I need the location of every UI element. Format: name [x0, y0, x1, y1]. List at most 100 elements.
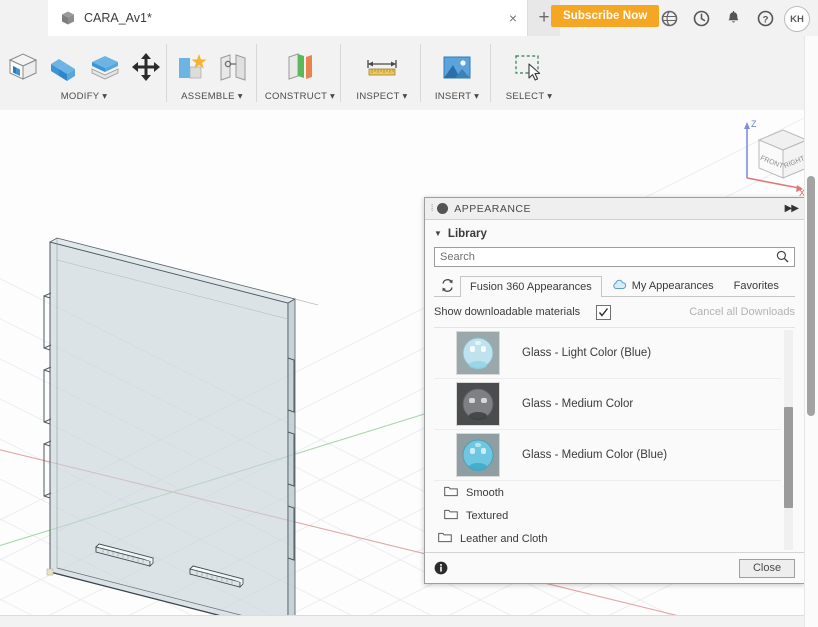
ribbon-separator	[420, 44, 421, 102]
ribbon-group-label-select[interactable]: SELECT ▾	[496, 91, 562, 102]
chevron-down-icon: ▾	[474, 91, 480, 102]
appearance-list-scrollbar[interactable]	[784, 330, 793, 550]
chevron-down-icon: ▼	[434, 229, 442, 238]
ribbon-group-label-modify[interactable]: MODIFY ▾	[2, 91, 166, 102]
title-bar: CARA_Av1* × + Subscribe Now ? KH	[0, 0, 818, 36]
chevron-down-icon: ▾	[330, 91, 336, 102]
show-downloadable-checkbox[interactable]	[596, 304, 612, 320]
folder-icon	[444, 507, 458, 525]
tab-label: Fusion 360 Appearances	[470, 281, 592, 293]
shell-icon[interactable]	[84, 44, 125, 90]
show-downloadable-row: Show downloadable materials Cancel all D…	[434, 297, 795, 327]
measure-icon[interactable]	[361, 44, 403, 90]
ribbon-group-select: SELECT ▾	[496, 36, 562, 110]
close-icon[interactable]: ×	[505, 10, 521, 26]
ribbon-group-label-insert[interactable]: INSERT ▾	[426, 91, 488, 102]
fillet-icon[interactable]	[43, 44, 84, 90]
insert-image-icon[interactable]	[436, 44, 478, 90]
group-text: CONSTRUCT	[264, 91, 328, 102]
page-scrollbar[interactable]	[804, 36, 818, 627]
chevron-down-icon: ▾	[102, 91, 108, 102]
press-pull-icon[interactable]	[2, 44, 43, 90]
group-text: INSERT	[434, 91, 472, 102]
appearance-list-inner: Glass - Light Color (Blue) Glass - Mediu…	[434, 328, 781, 552]
expand-right-icon[interactable]: ▶▶	[785, 203, 799, 214]
material-name: Glass - Medium Color	[522, 398, 634, 410]
z-axis-label: Z	[751, 119, 757, 129]
scrollbar-thumb[interactable]	[784, 407, 793, 509]
material-name: Glass - Light Color (Blue)	[522, 347, 652, 359]
group-text: MODIFY	[60, 91, 100, 102]
appearance-panel-title: APPEARANCE	[454, 202, 532, 215]
ribbon-group-inspect: INSPECT ▾	[346, 36, 418, 110]
group-text: SELECT	[505, 91, 545, 102]
appearance-sphere-icon	[437, 203, 449, 214]
folder-icon	[438, 530, 452, 548]
joint-icon[interactable]	[212, 44, 254, 90]
material-thumbnail	[456, 331, 500, 375]
ribbon-group-label-assemble[interactable]: ASSEMBLE ▾	[170, 91, 254, 102]
ribbon-group-insert: INSERT ▾	[426, 36, 488, 110]
folder-name: Textured	[466, 509, 509, 522]
library-tabs: Fusion 360 Appearances My Appearances Fa…	[434, 275, 795, 297]
new-component-icon[interactable]	[170, 44, 212, 90]
ribbon-separator	[490, 44, 491, 102]
check-icon	[599, 307, 609, 317]
close-button[interactable]: Close	[739, 558, 795, 578]
folder-row[interactable]: Leather and Cloth	[434, 527, 781, 550]
notifications-bell-icon[interactable]	[722, 7, 744, 29]
chevron-down-icon: ▾	[547, 91, 553, 102]
info-icon[interactable]	[434, 561, 448, 575]
ribbon-group-label-inspect[interactable]: INSPECT ▾	[346, 91, 418, 102]
material-row[interactable]: Glass - Medium Color	[434, 379, 781, 430]
group-text: INSPECT	[356, 91, 400, 102]
drag-grip-icon: ⦙	[431, 203, 434, 214]
material-thumbnail	[456, 382, 500, 426]
material-row[interactable]: Glass - Medium Color (Blue)	[434, 430, 781, 481]
group-text: ASSEMBLE	[181, 91, 235, 102]
ribbon-group-modify: MODIFY ▾	[2, 36, 166, 110]
material-row[interactable]: Glass - Light Color (Blue)	[434, 328, 781, 379]
search-input[interactable]	[434, 247, 795, 267]
search-field-wrapper	[434, 247, 795, 267]
appearance-panel-footer: Close	[425, 552, 804, 583]
view-cube[interactable]: Z X FRONT RIGHT	[733, 116, 815, 198]
model-body	[43, 237, 319, 615]
appearance-list[interactable]: Glass - Light Color (Blue) Glass - Mediu…	[434, 327, 795, 552]
tab-favorites[interactable]: Favorites	[724, 275, 789, 296]
subscribe-now-button[interactable]: Subscribe Now	[551, 5, 660, 27]
document-tab[interactable]: CARA_Av1* ×	[48, 0, 528, 36]
ribbon-separator	[340, 44, 341, 102]
material-name: Glass - Medium Color (Blue)	[522, 449, 668, 461]
folder-row[interactable]: Smooth	[434, 481, 781, 504]
document-title: CARA_Av1*	[84, 11, 152, 25]
job-status-clock-icon[interactable]	[690, 7, 712, 29]
chevron-down-icon: ▾	[237, 91, 243, 102]
appearance-panel-body: ▼ Library Search Fusion 360 Appearances …	[425, 220, 804, 552]
appearance-panel-header[interactable]: ⦙ APPEARANCE ▶▶	[425, 198, 804, 220]
folder-row[interactable]: Textured	[434, 504, 781, 527]
tab-my-appearances[interactable]: My Appearances	[602, 275, 724, 296]
folder-name: Smooth	[466, 486, 504, 499]
ribbon-separator	[166, 44, 167, 102]
world-icon[interactable]	[658, 7, 680, 29]
show-downloadable-label: Show downloadable materials	[434, 306, 581, 318]
ribbon-separator	[256, 44, 257, 102]
avatar[interactable]: KH	[784, 6, 810, 32]
move-copy-icon[interactable]	[125, 44, 166, 90]
ribbon-group-construct: CONSTRUCT ▾	[262, 36, 338, 110]
page-scrollbar-thumb[interactable]	[807, 176, 815, 416]
cancel-all-downloads-link[interactable]: Cancel all Downloads	[689, 306, 795, 318]
ribbon-group-label-construct[interactable]: CONSTRUCT ▾	[262, 91, 338, 102]
cloud-icon	[612, 279, 627, 293]
material-thumbnail	[456, 433, 500, 477]
origin-marker	[46, 568, 54, 576]
tab-label: Favorites	[733, 280, 779, 292]
offset-plane-icon[interactable]	[279, 44, 321, 90]
refresh-icon[interactable]	[434, 275, 460, 296]
help-question-icon[interactable]: ?	[754, 7, 776, 29]
library-section-header[interactable]: ▼ Library	[434, 220, 795, 247]
ribbon-toolbar: MODIFY ▾ ASSEMBLE ▾ CONSTRUCT ▾ INSPECT …	[0, 36, 818, 111]
select-window-icon[interactable]	[508, 44, 550, 90]
tab-fusion-360-appearances[interactable]: Fusion 360 Appearances	[460, 276, 602, 297]
